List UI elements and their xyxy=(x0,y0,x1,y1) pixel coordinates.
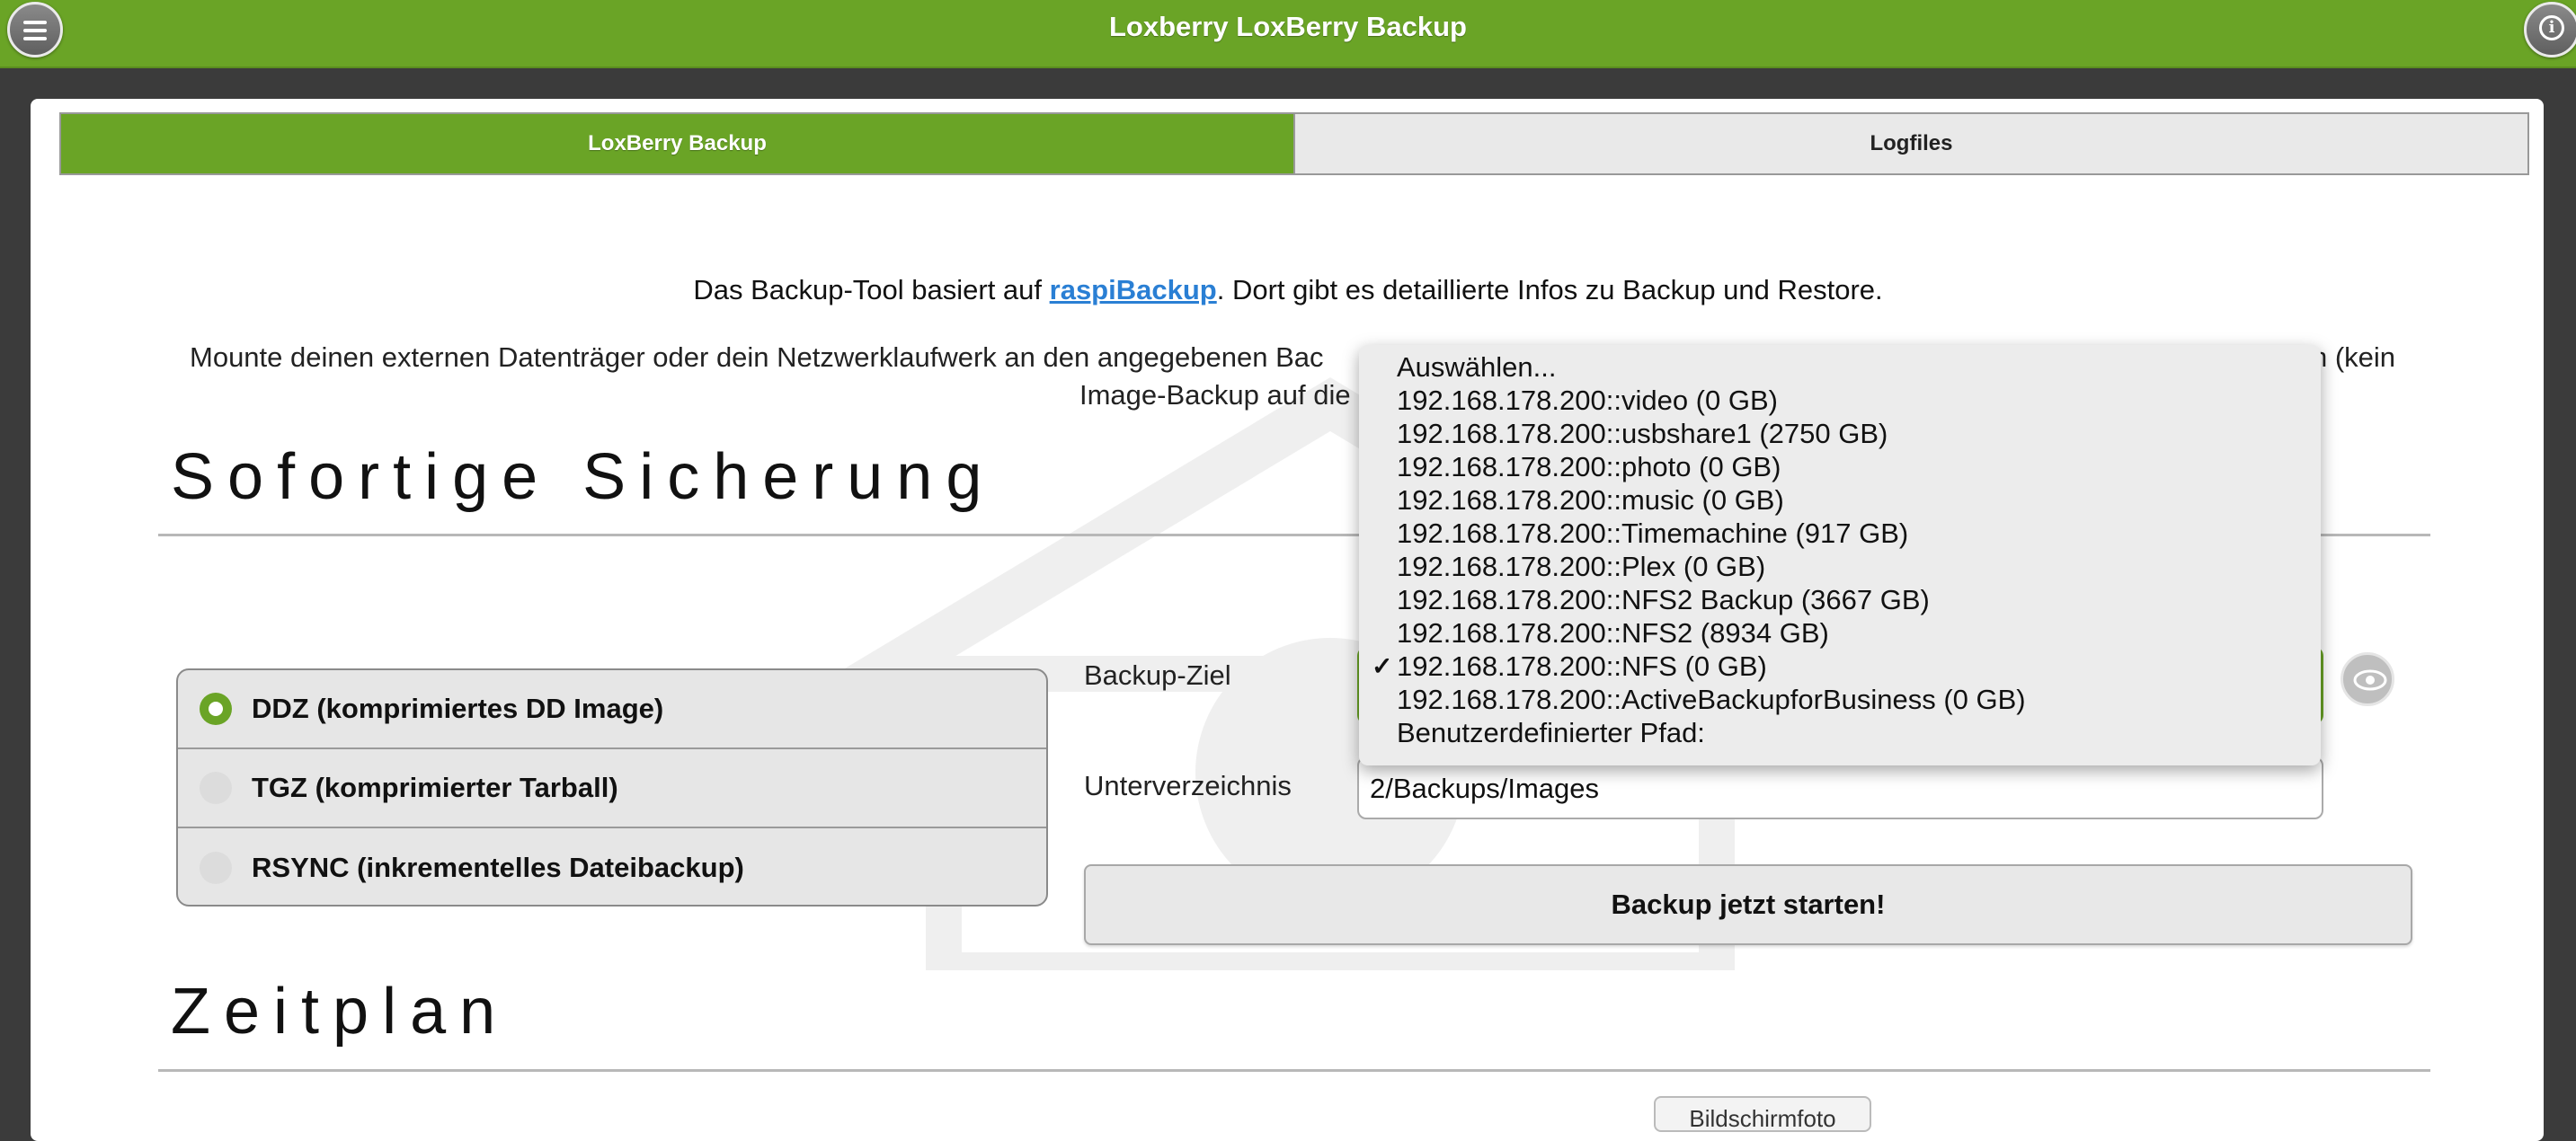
tab-bar: LoxBerry Backup Logfiles xyxy=(59,112,2529,175)
dropdown-option[interactable]: 192.168.178.200::NFS2 (8934 GB) xyxy=(1359,616,2321,650)
dropdown-option[interactable]: 192.168.178.200::Timemachine (917 GB) xyxy=(1359,517,2321,550)
dropdown-option[interactable]: 192.168.178.200::NFS2 Backup (3667 GB) xyxy=(1359,583,2321,616)
backup-target-label: Backup-Ziel xyxy=(1084,659,1231,691)
intro-line3-left: Image-Backup auf die xyxy=(1079,379,1351,411)
page-title: Loxberry LoxBerry Backup xyxy=(1109,11,1467,42)
dropdown-option[interactable]: 192.168.178.200::music (0 GB) xyxy=(1359,483,2321,517)
start-backup-button[interactable]: Backup jetzt starten! xyxy=(1084,864,2412,945)
radio-label: DDZ (komprimiertes DD Image) xyxy=(252,693,664,724)
section-title-schedule: Zeitplan xyxy=(171,976,510,1048)
backup-target-dropdown: Auswählen... 192.168.178.200::video (0 G… xyxy=(1359,345,2321,765)
eye-icon xyxy=(2353,669,2387,691)
dropdown-option[interactable]: 192.168.178.200::Plex (0 GB) xyxy=(1359,550,2321,583)
tab-logfiles[interactable]: Logfiles xyxy=(1295,114,2527,173)
dropdown-option[interactable]: 192.168.178.200::video (0 GB) xyxy=(1359,384,2321,417)
dropdown-option[interactable]: Benutzerdefinierter Pfad: xyxy=(1359,716,2321,749)
info-button[interactable]: i xyxy=(2524,2,2576,57)
backup-type-radio-group: DDZ (komprimiertes DD Image) TGZ (kompri… xyxy=(176,668,1048,907)
section-title-immediate: Sofortige Sicherung xyxy=(171,441,996,513)
dropdown-option[interactable]: 192.168.178.200::ActiveBackupforBusiness… xyxy=(1359,683,2321,716)
subdirectory-input[interactable]: 2/Backups/Images xyxy=(1357,756,2323,819)
radio-rsync[interactable]: RSYNC (inkrementelles Dateibackup) xyxy=(178,828,1046,905)
dropdown-option[interactable]: 192.168.178.200::usbshare1 (2750 GB) xyxy=(1359,417,2321,450)
radio-unselected-icon xyxy=(200,852,232,884)
screenshot-button[interactable]: Bildschirmfoto xyxy=(1654,1096,1871,1132)
intro-suffix: . Dort gibt es detaillierte Infos zu Bac… xyxy=(1216,274,1883,305)
show-button[interactable] xyxy=(2341,652,2394,706)
info-icon: i xyxy=(2539,15,2564,40)
dropdown-option[interactable]: Auswählen... xyxy=(1359,350,2321,384)
radio-selected-icon xyxy=(200,693,232,725)
intro-line2-left: Mounte deinen externen Datenträger oder … xyxy=(190,341,1324,373)
radio-unselected-icon xyxy=(200,772,232,804)
tab-loxberry-backup[interactable]: LoxBerry Backup xyxy=(61,114,1295,173)
dropdown-option[interactable]: 192.168.178.200::photo (0 GB) xyxy=(1359,450,2321,483)
raspibackup-link[interactable]: raspiBackup xyxy=(1050,274,1217,305)
radio-tgz[interactable]: TGZ (komprimierter Tarball) xyxy=(178,749,1046,828)
dropdown-option-selected[interactable]: 192.168.178.200::NFS (0 GB) xyxy=(1359,650,2321,683)
app-header: Loxberry LoxBerry Backup i xyxy=(0,0,2576,68)
intro-prefix: Das Backup-Tool basiert auf xyxy=(693,274,1050,305)
radio-label: RSYNC (inkrementelles Dateibackup) xyxy=(252,852,744,883)
radio-label: TGZ (komprimierter Tarball) xyxy=(252,772,618,803)
intro-line2-right: n (kein xyxy=(2312,341,2396,373)
radio-ddz[interactable]: DDZ (komprimiertes DD Image) xyxy=(178,670,1046,749)
intro-text: Das Backup-Tool basiert auf raspiBackup.… xyxy=(0,274,2576,306)
subdirectory-label: Unterverzeichnis xyxy=(1084,770,1292,801)
section-divider xyxy=(158,1069,2430,1072)
